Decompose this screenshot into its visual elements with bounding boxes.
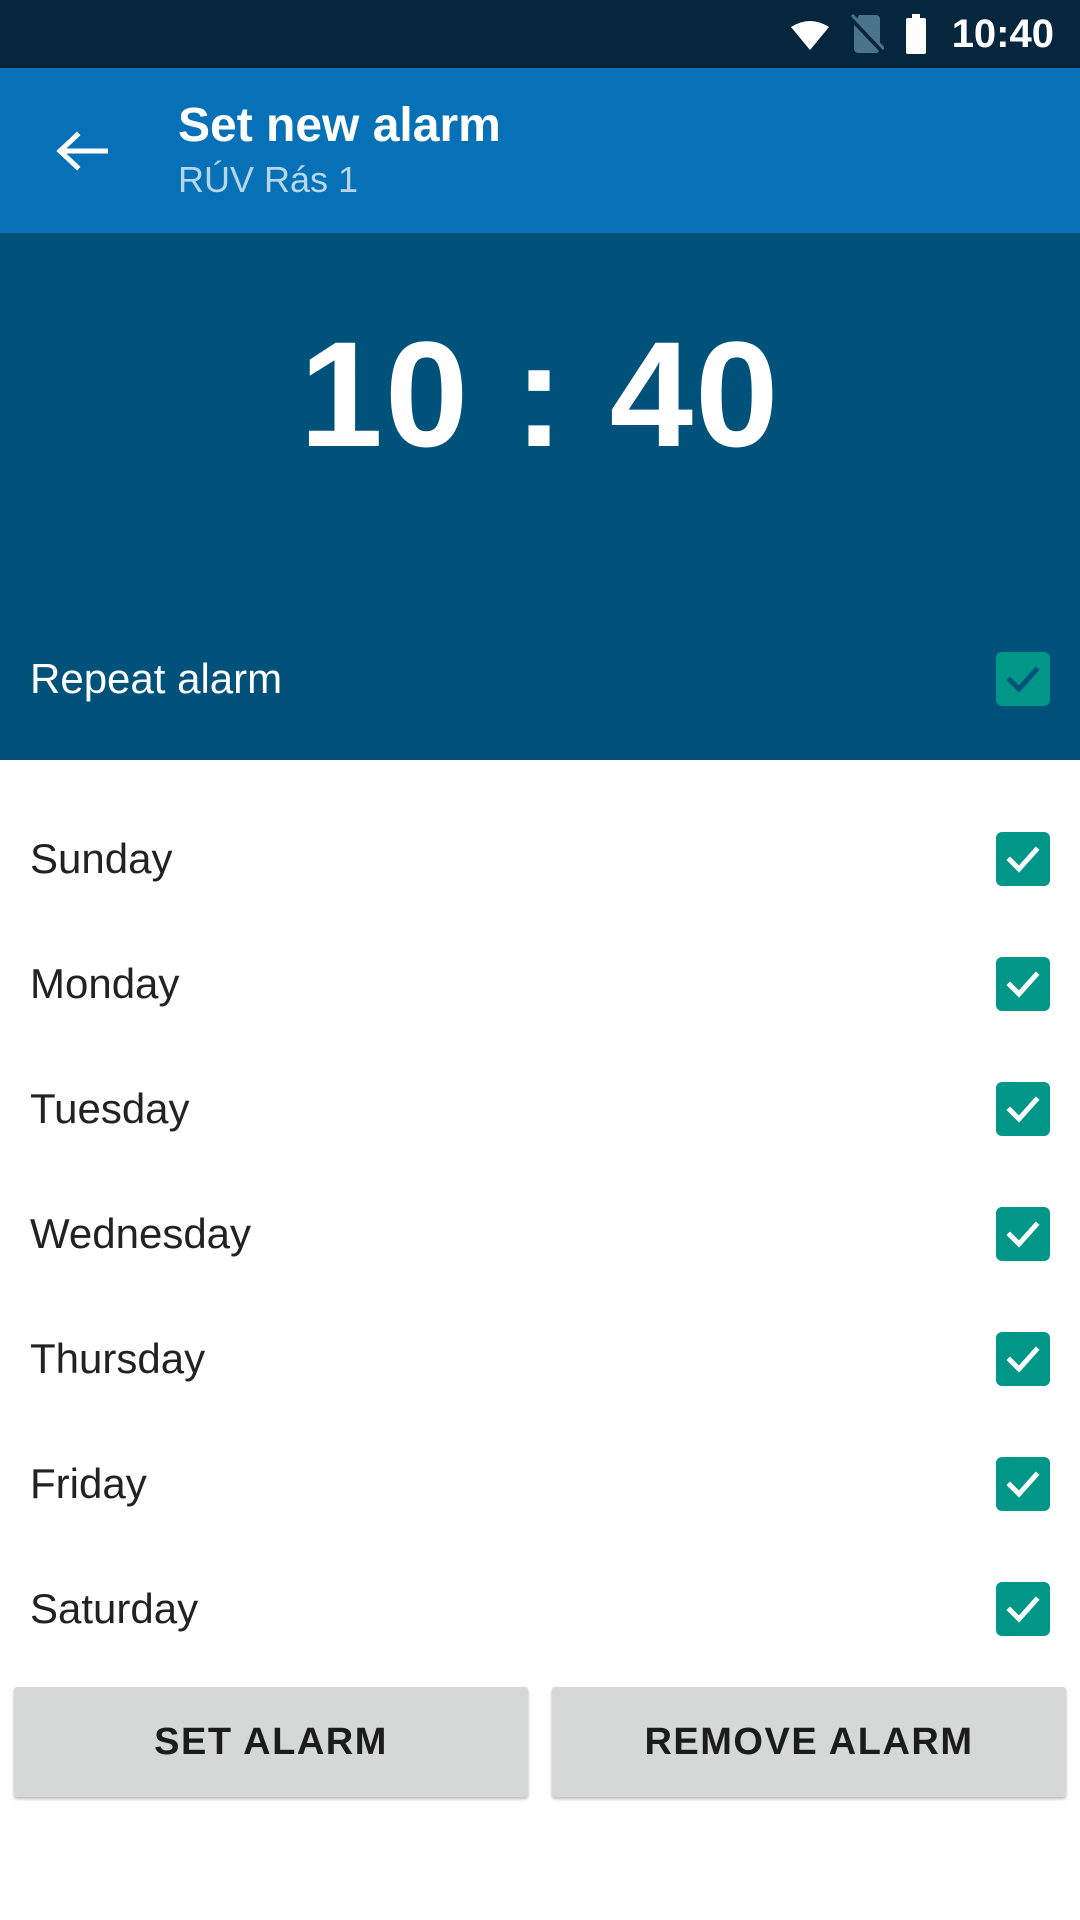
status-bar-icons — [790, 13, 928, 54]
day-list: Sunday Monday Tuesday Wednesday Thursday… — [0, 760, 1080, 1671]
day-row-thursday[interactable]: Thursday — [0, 1296, 1080, 1421]
battery-icon — [904, 14, 928, 54]
time-panel: 10 : 40 Repeat alarm — [0, 233, 1080, 760]
day-checkbox-saturday[interactable] — [996, 1581, 1050, 1636]
repeat-alarm-label: Repeat alarm — [30, 655, 283, 702]
action-button-bar: SET ALARM REMOVE ALARM — [0, 1671, 1080, 1797]
arrow-left-icon — [56, 130, 108, 171]
set-alarm-label: SET ALARM — [154, 1720, 388, 1763]
day-checkbox-sunday[interactable] — [996, 831, 1050, 886]
page-subtitle: RÚV Rás 1 — [178, 158, 359, 200]
day-checkbox-friday[interactable] — [996, 1456, 1050, 1511]
day-label: Tuesday — [30, 1084, 190, 1132]
day-checkbox-tuesday[interactable] — [996, 1081, 1050, 1136]
day-checkbox-thursday[interactable] — [996, 1331, 1050, 1386]
app-bar-titles: Set new alarm RÚV Rás 1 — [178, 99, 501, 202]
alarm-time-display[interactable]: 10 : 40 — [0, 233, 1080, 624]
day-label: Sunday — [30, 834, 173, 882]
alarm-time-text: 10 : 40 — [299, 309, 781, 478]
day-row-friday[interactable]: Friday — [0, 1421, 1080, 1546]
day-label: Thursday — [30, 1334, 206, 1382]
day-label: Friday — [30, 1459, 147, 1507]
status-bar-clock: 10:40 — [951, 12, 1054, 56]
day-checkbox-monday[interactable] — [996, 956, 1050, 1011]
day-checkbox-wednesday[interactable] — [996, 1206, 1050, 1261]
repeat-alarm-checkbox[interactable] — [996, 652, 1050, 706]
day-row-saturday[interactable]: Saturday — [0, 1546, 1080, 1671]
back-button[interactable] — [52, 121, 112, 181]
repeat-alarm-row[interactable]: Repeat alarm — [0, 624, 1080, 734]
day-label: Saturday — [30, 1584, 199, 1632]
set-alarm-button[interactable]: SET ALARM — [14, 1687, 528, 1797]
day-row-monday[interactable]: Monday — [0, 921, 1080, 1046]
sim-card-off-icon — [848, 13, 885, 54]
day-row-tuesday[interactable]: Tuesday — [0, 1046, 1080, 1171]
remove-alarm-button[interactable]: REMOVE ALARM — [552, 1687, 1066, 1797]
status-bar: 10:40 — [0, 0, 1080, 68]
day-row-sunday[interactable]: Sunday — [0, 796, 1080, 921]
page-title: Set new alarm — [178, 99, 501, 153]
day-label: Monday — [30, 959, 180, 1007]
day-label: Wednesday — [30, 1209, 252, 1257]
day-row-wednesday[interactable]: Wednesday — [0, 1171, 1080, 1296]
app-bar: Set new alarm RÚV Rás 1 — [0, 68, 1080, 233]
remove-alarm-label: REMOVE ALARM — [644, 1720, 974, 1763]
wifi-icon — [790, 18, 830, 50]
